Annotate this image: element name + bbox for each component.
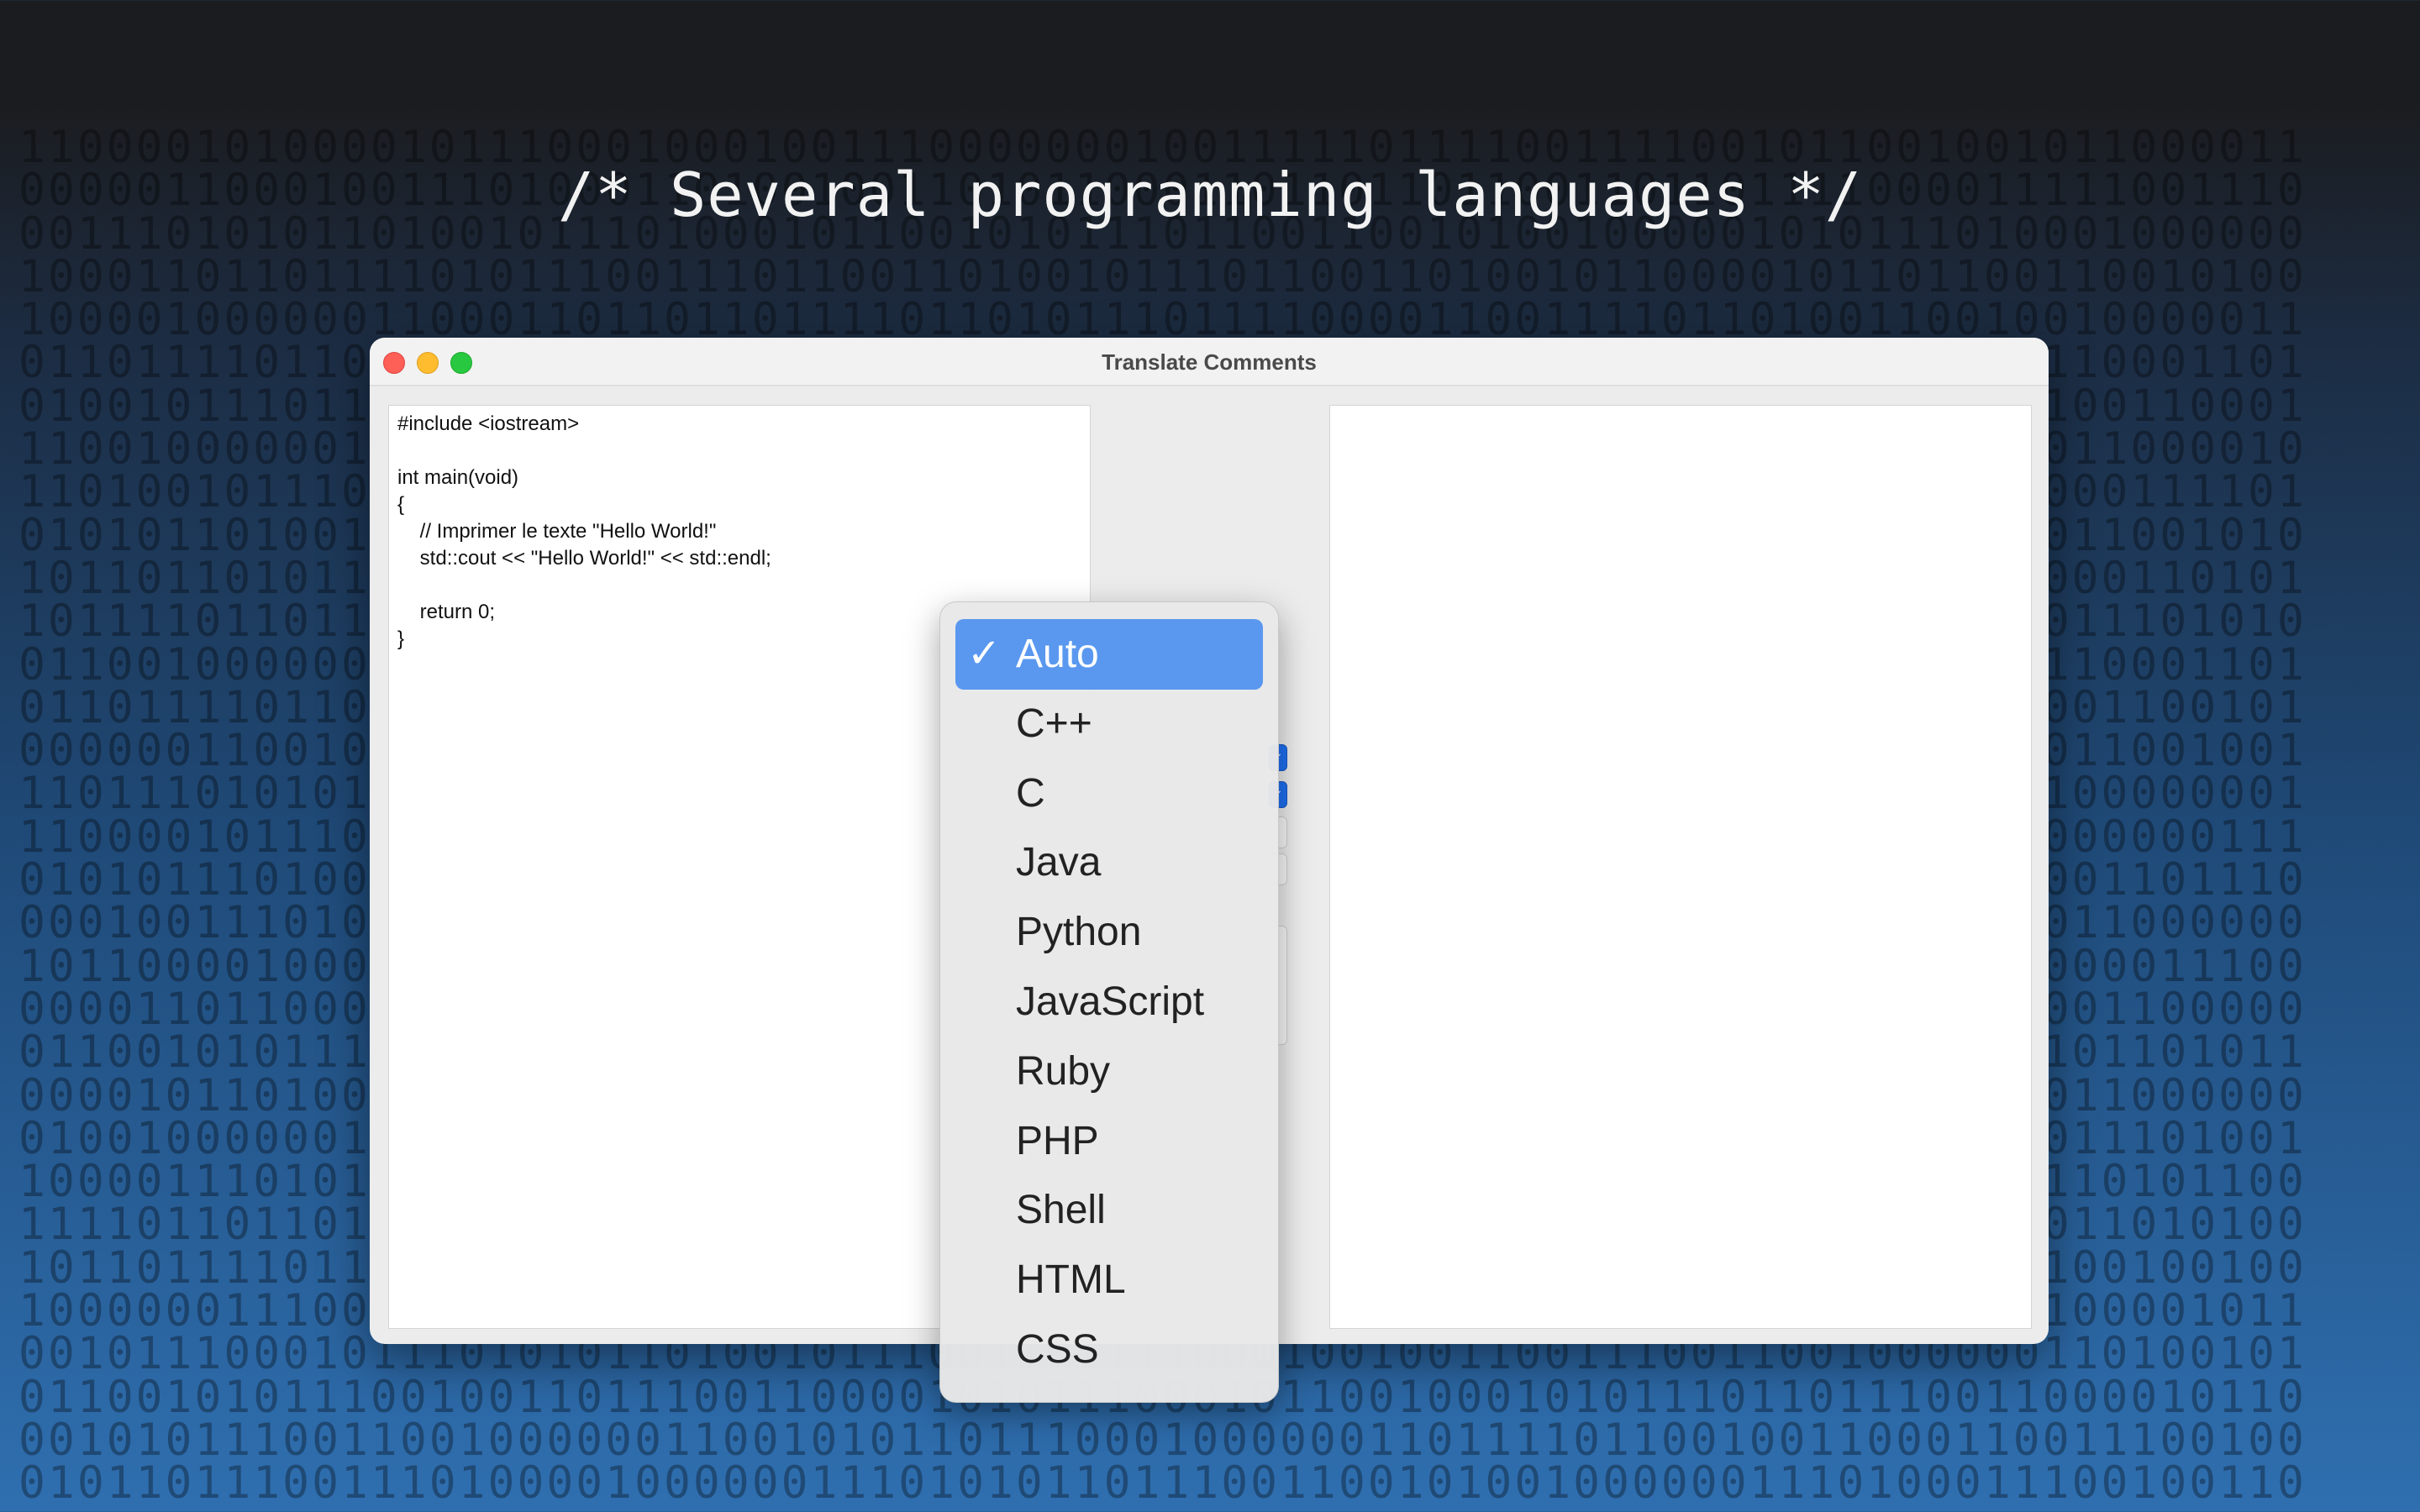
window-title: Translate Comments	[1102, 349, 1317, 375]
binary-row: 1000010000001100011011011011110110101110…	[18, 294, 2307, 346]
binary-row: 1000110110111101011100111011001101001011…	[18, 250, 2307, 302]
menu-item-label: Shell	[1016, 1188, 1106, 1233]
menu-item-label: CSS	[1016, 1327, 1099, 1372]
output-editor[interactable]	[1329, 405, 2032, 1329]
menu-item-label: Auto	[1016, 632, 1099, 676]
menu-item-label: PHP	[1016, 1118, 1099, 1163]
menu-item-c[interactable]: C	[955, 759, 1263, 829]
menu-item-javascript[interactable]: JavaScript	[955, 967, 1263, 1037]
menu-item-label: C	[1016, 770, 1045, 816]
code-line: {	[397, 493, 405, 516]
menu-item-cpp[interactable]: C++	[955, 689, 1263, 759]
menu-item-php[interactable]: PHP	[955, 1106, 1263, 1177]
menu-item-python[interactable]: Python	[955, 897, 1263, 968]
menu-item-label: JavaScript	[1016, 979, 1205, 1024]
menu-item-html[interactable]: HTML	[955, 1245, 1263, 1315]
checkmark-icon: ✓	[967, 632, 1002, 676]
binary-row: 0010101110011001000000110010101101110001…	[18, 1414, 2307, 1466]
code-line: #include <iostream>	[397, 412, 580, 435]
code-line: int main(void)	[397, 466, 519, 489]
menu-item-label: C++	[1016, 701, 1092, 746]
menu-item-label: Ruby	[1016, 1048, 1111, 1094]
menu-item-label: Java	[1016, 840, 1102, 885]
menu-item-css[interactable]: CSS	[955, 1315, 1263, 1385]
title-bar: Translate Comments	[370, 338, 2049, 386]
menu-item-label: Python	[1016, 910, 1142, 955]
menu-item-java[interactable]: Java	[955, 827, 1263, 898]
code-line: // Imprimer le texte "Hello World!"	[397, 520, 717, 543]
menu-item-ruby[interactable]: Ruby	[955, 1037, 1263, 1107]
code-line: std::cout << "Hello World!" << std::endl…	[397, 547, 771, 570]
language-dropdown-menu: ✓ Auto C++ C Java Python JavaScript Ruby PHP Shel…	[939, 601, 1279, 1403]
menu-item-shell[interactable]: Shell	[955, 1175, 1263, 1246]
binary-row: 0101101110011101000010000001110101011011…	[18, 1457, 2307, 1509]
headline: /* Several programming languages */	[557, 160, 1863, 230]
menu-item-auto[interactable]: ✓ Auto	[955, 619, 1263, 690]
menu-item-label: HTML	[1016, 1257, 1126, 1303]
